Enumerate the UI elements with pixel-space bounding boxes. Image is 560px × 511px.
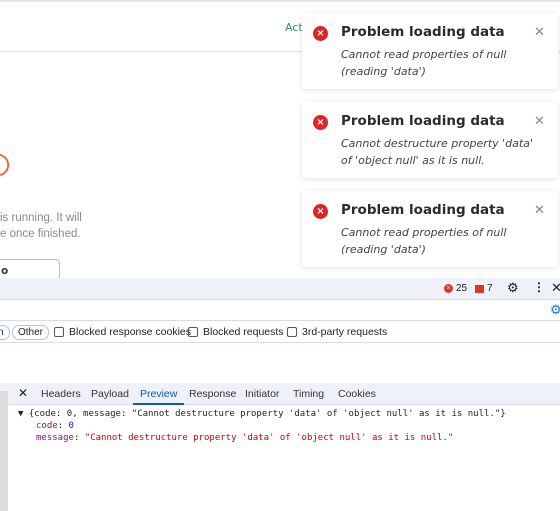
toast-message: Cannot destructure property 'data' of 'o…: [341, 137, 533, 167]
running-message: is running. It will e once finished.: [0, 212, 82, 240]
settings-gear-icon[interactable]: ⚙: [507, 280, 519, 296]
checkbox-icon[interactable]: [188, 327, 198, 337]
error-toast: × Problem loading data Cannot read prope…: [302, 191, 558, 267]
network-toolbar: ⚙: [0, 300, 560, 321]
close-toast-icon[interactable]: ✕: [534, 25, 545, 40]
close-devtools-icon[interactable]: ✕: [551, 280, 560, 296]
toast-title: Problem loading data: [341, 113, 505, 129]
tab-timing[interactable]: Timing: [293, 388, 324, 400]
warning-icon[interactable]: [475, 285, 484, 293]
request-detail-tabs: ✕ Headers Payload Preview Response Initi…: [0, 383, 560, 511]
checkbox-icon[interactable]: [287, 327, 297, 337]
filter-bar: n Other Blocked response cookies Blocked…: [0, 321, 560, 343]
filter-chip[interactable]: n: [0, 325, 10, 340]
error-circle-icon: ×: [313, 26, 328, 41]
error-icon[interactable]: ×: [444, 284, 453, 293]
tab-payload[interactable]: Payload: [91, 388, 129, 400]
tab-preview[interactable]: Preview: [132, 388, 185, 405]
error-count[interactable]: 25: [456, 283, 467, 294]
devtools-toolbar: × 25 7 ⚙ ⋮ ✕: [0, 278, 560, 300]
expand-triangle-icon[interactable]: ▼: [18, 409, 29, 419]
warning-count[interactable]: 7: [487, 283, 493, 294]
scrollbar[interactable]: [0, 391, 8, 511]
devtools-panel: × 25 7 ⚙ ⋮ ✕ ⚙ n Other Blocked response …: [0, 278, 560, 511]
checkbox-icon[interactable]: [54, 327, 64, 337]
close-detail-icon[interactable]: ✕: [18, 386, 28, 400]
blocked-response-cookies-checkbox[interactable]: Blocked response cookies: [54, 326, 191, 338]
preview-content: ▼ {code: 0, message: "Cannot destructure…: [18, 408, 506, 444]
toast-message: Cannot read properties of null (reading …: [341, 226, 507, 256]
error-circle-icon: ×: [313, 115, 328, 130]
error-toast: × Problem loading data Cannot destructur…: [302, 102, 558, 178]
error-toast: × Problem loading data Cannot read prope…: [302, 13, 558, 89]
toast-title: Problem loading data: [341, 24, 505, 40]
tab-response[interactable]: Response: [189, 388, 236, 400]
filter-chip-other[interactable]: Other: [12, 325, 50, 340]
close-toast-icon[interactable]: ✕: [534, 203, 545, 218]
blocked-requests-checkbox[interactable]: Blocked requests: [188, 326, 284, 338]
more-options-icon[interactable]: ⋮: [533, 280, 545, 294]
close-toast-icon[interactable]: ✕: [534, 114, 545, 129]
loading-spinner-icon: [0, 154, 10, 176]
tab-cookies[interactable]: Cookies: [338, 388, 376, 400]
third-party-requests-checkbox[interactable]: 3rd-party requests: [287, 326, 387, 338]
network-settings-gear-icon[interactable]: ⚙: [550, 302, 560, 318]
preview-summary[interactable]: ▼ {code: 0, message: "Cannot destructure…: [18, 408, 506, 420]
preview-message-row: message: "Cannot destructure property 'd…: [36, 433, 454, 443]
toast-message: Cannot read properties of null (reading …: [341, 48, 507, 78]
toast-title: Problem loading data: [341, 202, 505, 218]
preview-code-row: code: 0: [36, 421, 74, 431]
error-circle-icon: ×: [313, 204, 328, 219]
tab-headers[interactable]: Headers: [41, 388, 81, 400]
tab-initiator[interactable]: Initiator: [245, 388, 279, 400]
